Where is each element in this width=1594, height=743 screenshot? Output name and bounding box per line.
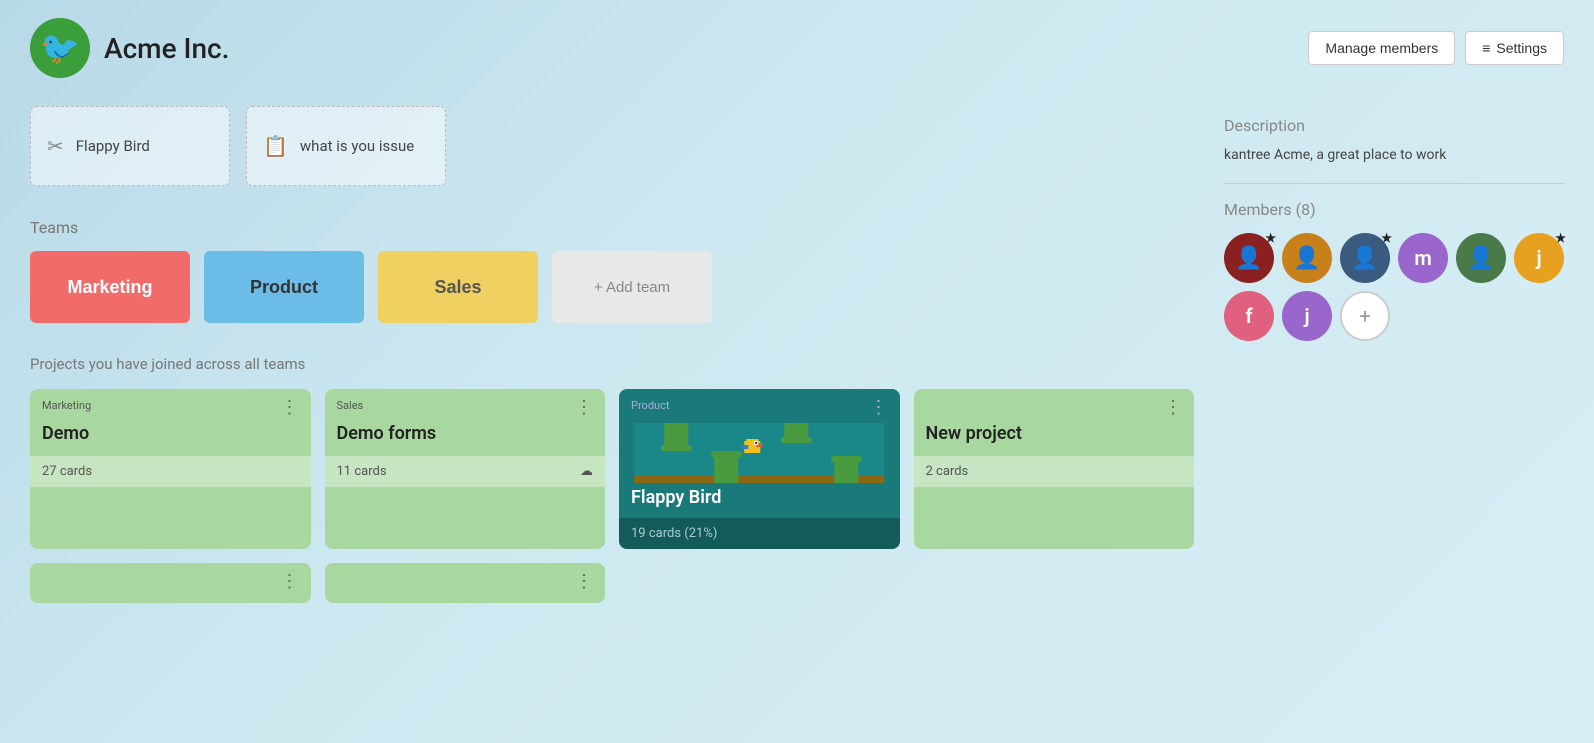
project-menu-new[interactable]: ⋮: [1164, 399, 1182, 417]
board-label-flappy: Flappy Bird: [76, 137, 150, 155]
project-card-row2-1[interactable]: ⋮: [30, 563, 311, 603]
project-header-marketing: Marketing ⋮: [30, 389, 311, 423]
project-cards-flappy: 19 cards (21%): [631, 526, 717, 541]
flappy-bird-art: [619, 423, 900, 483]
project-card-new-project[interactable]: ⋮ New project 2 cards: [914, 389, 1195, 549]
team-btn-marketing[interactable]: Marketing: [30, 251, 190, 323]
projects-section: Projects you have joined across all team…: [30, 355, 1194, 603]
logo-icon: 🐦: [40, 29, 80, 67]
project-card-row2-2[interactable]: ⋮: [325, 563, 606, 603]
project-name-flappy: Flappy Bird: [619, 487, 900, 510]
project-header-new: ⋮: [914, 389, 1195, 423]
description-title: Description: [1224, 116, 1564, 135]
projects-section-title: Projects you have joined across all team…: [30, 355, 1194, 373]
project-header-sales: Sales ⋮: [325, 389, 606, 423]
header: 🐦 Acme Inc. Manage members ≡ Settings: [0, 0, 1594, 96]
member-avatar-1[interactable]: 👤 ★: [1224, 233, 1274, 283]
header-left: 🐦 Acme Inc.: [30, 18, 229, 78]
star-badge-1: ★: [1265, 231, 1276, 245]
project-menu-sales[interactable]: ⋮: [575, 399, 593, 417]
board-card-flappy-bird[interactable]: ✂ Flappy Bird: [30, 106, 230, 186]
content-area: ✂ Flappy Bird 📋 what is you issue Teams …: [30, 106, 1194, 603]
project-menu-marketing[interactable]: ⋮: [281, 399, 299, 417]
board-label-issue: what is you issue: [300, 137, 414, 155]
project-team-flappy: Product: [631, 399, 669, 412]
project-header-row2-2: ⋮: [325, 563, 606, 597]
org-logo: 🐦: [30, 18, 90, 78]
member-avatar-3[interactable]: 👤 ★: [1340, 233, 1390, 283]
project-header-row2-1: ⋮: [30, 563, 311, 597]
project-name-marketing: Demo: [30, 423, 311, 448]
projects-grid: Marketing ⋮ Demo 27 cards Sales ⋮ Demo f…: [30, 389, 1194, 549]
settings-button[interactable]: ≡ Settings: [1465, 31, 1564, 65]
team-btn-product[interactable]: Product: [204, 251, 364, 323]
manage-members-button[interactable]: Manage members: [1308, 31, 1455, 65]
project-menu-row2-2[interactable]: ⋮: [575, 573, 593, 591]
project-card-flappy[interactable]: Product ⋮: [619, 389, 900, 549]
settings-icon: ≡: [1482, 40, 1490, 56]
member-avatar-7[interactable]: f: [1224, 291, 1274, 341]
project-team-marketing: Marketing: [42, 399, 91, 412]
members-row: 👤 ★ 👤 👤 ★ m 👤 j ★: [1224, 233, 1564, 341]
project-cards-marketing: 27 cards: [42, 464, 92, 479]
project-header-flappy: Product ⋮: [619, 389, 900, 423]
header-right: Manage members ≡ Settings: [1308, 31, 1564, 65]
board-icon-issue: 📋: [263, 134, 288, 158]
project-card-marketing-demo[interactable]: Marketing ⋮ Demo 27 cards: [30, 389, 311, 549]
sidebar: Description kantree Acme, a great place …: [1224, 106, 1564, 603]
project-card-sales-demo[interactable]: Sales ⋮ Demo forms 11 cards ☁: [325, 389, 606, 549]
member-avatar-4[interactable]: m: [1398, 233, 1448, 283]
member-avatar-2[interactable]: 👤: [1282, 233, 1332, 283]
star-badge-3: ★: [1381, 231, 1392, 245]
project-menu-flappy[interactable]: ⋮: [870, 399, 888, 417]
project-cards-new: 2 cards: [926, 464, 969, 479]
teams-section-title: Teams: [30, 218, 1194, 237]
project-footer-new: 2 cards: [914, 456, 1195, 487]
project-footer-flappy: 19 cards (21%): [619, 518, 900, 549]
plus-icon: +: [1359, 304, 1370, 328]
members-title: Members (8): [1224, 200, 1564, 219]
member-avatar-8[interactable]: j: [1282, 291, 1332, 341]
main-layout: ✂ Flappy Bird 📋 what is you issue Teams …: [0, 96, 1594, 613]
member-letter-7: f: [1245, 304, 1252, 328]
member-avatar-6[interactable]: j ★: [1514, 233, 1564, 283]
project-team-sales: Sales: [337, 399, 364, 412]
teams-section: Teams Marketing Product Sales + Add team: [30, 218, 1194, 323]
team-btn-add[interactable]: + Add team: [552, 251, 712, 323]
project-footer-sales: 11 cards ☁: [325, 456, 606, 487]
org-name: Acme Inc.: [104, 32, 229, 65]
project-menu-row2-1[interactable]: ⋮: [281, 573, 299, 591]
project-footer-marketing: 27 cards: [30, 456, 311, 487]
member-avatar-5[interactable]: 👤: [1456, 233, 1506, 283]
star-badge-6: ★: [1555, 231, 1566, 245]
upload-icon: ☁: [580, 464, 593, 479]
project-cards-sales: 11 cards: [337, 464, 387, 479]
project-name-new: New project: [914, 423, 1195, 448]
board-icon-flappy: ✂: [47, 134, 64, 158]
recent-boards: ✂ Flappy Bird 📋 what is you issue: [30, 106, 1194, 186]
description-text: kantree Acme, a great place to work: [1224, 147, 1564, 163]
member-letter-6: j: [1536, 246, 1541, 270]
board-card-what-is-issue[interactable]: 📋 what is you issue: [246, 106, 446, 186]
member-letter-8: j: [1304, 304, 1309, 328]
member-letter-4: m: [1414, 246, 1431, 270]
team-btn-sales[interactable]: Sales: [378, 251, 538, 323]
teams-row: Marketing Product Sales + Add team: [30, 251, 1194, 323]
projects-row-2: ⋮ ⋮: [30, 563, 1194, 603]
add-member-button[interactable]: +: [1340, 291, 1390, 341]
project-name-sales: Demo forms: [325, 423, 606, 448]
